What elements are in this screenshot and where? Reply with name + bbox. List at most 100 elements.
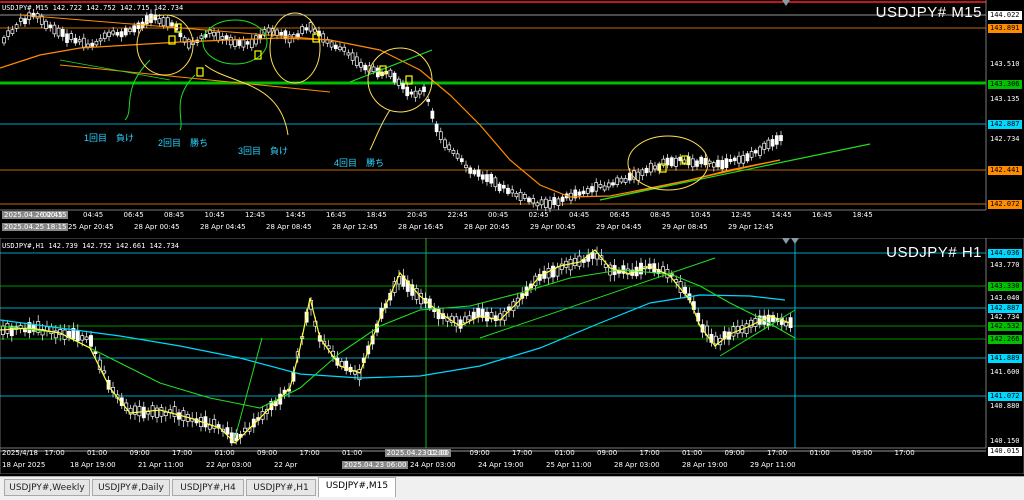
- candle-body: [731, 326, 736, 337]
- chart-tab[interactable]: USDJPY#,Daily: [92, 479, 170, 496]
- chart-tab[interactable]: USDJPY#,H4: [172, 479, 244, 496]
- time-label: 00:45: [488, 211, 509, 219]
- candle-body: [716, 159, 720, 168]
- time-label: 14:45: [285, 211, 306, 219]
- chart-pane-h1[interactable]: USDJPY#,H1 142.739 142.752 142.661 142.7…: [0, 238, 1024, 474]
- candle-body: [623, 178, 628, 183]
- candle-body: [506, 187, 510, 194]
- candle-body: [577, 191, 582, 196]
- time-label: 18 Apr 19:00: [70, 461, 116, 469]
- candle-body: [594, 182, 599, 192]
- candle-body: [434, 123, 439, 133]
- candle-body: [329, 41, 334, 48]
- h1-chart-title: USDJPY# H1: [886, 244, 982, 261]
- time-label: 09:00: [469, 449, 490, 457]
- candle-body: [779, 135, 783, 142]
- time-label: 28 Apr 12:45: [332, 223, 378, 231]
- price-label: 140.015: [988, 447, 1022, 456]
- candle-body: [598, 184, 603, 188]
- candle-body: [590, 186, 594, 193]
- price-label: 143.135: [990, 95, 1020, 103]
- candle-body: [422, 86, 426, 93]
- candle-body: [115, 32, 120, 36]
- trendline: [599, 143, 871, 201]
- h1-date-axis[interactable]: 18 Apr 2025 18 Apr 19:00 21 Apr 11:00 22 Ap…: [0, 460, 986, 474]
- candle-body: [5, 323, 10, 334]
- candle-body: [447, 144, 452, 150]
- chart-tab[interactable]: USDJPY#,H1: [246, 479, 316, 496]
- price-label: 142.887: [988, 304, 1022, 313]
- candle-body: [224, 35, 229, 41]
- m15-price-axis[interactable]: 144.022 143.891 143.510 143.306 143.135 142.8…: [986, 0, 1024, 216]
- h1-price-axis[interactable]: 144.036 143.770 143.330 143.040 142.887 142.7…: [986, 238, 1024, 456]
- time-label: 22:45: [447, 211, 468, 219]
- candle-body: [107, 31, 111, 38]
- candle-body: [128, 28, 132, 32]
- candle-body: [615, 177, 620, 186]
- m15-chart-canvas[interactable]: [0, 0, 1024, 234]
- candle-body: [321, 33, 326, 43]
- candle-body: [65, 33, 69, 43]
- candle-body: [744, 323, 749, 334]
- price-label: 142.441: [988, 166, 1022, 175]
- time-label: 01:00: [87, 449, 108, 457]
- candle-body: [392, 72, 397, 83]
- candle-body: [89, 335, 93, 347]
- candle-body: [56, 27, 61, 37]
- candle-body: [342, 46, 347, 52]
- chart-tab[interactable]: USDJPY#,M15: [318, 477, 396, 497]
- time-label: 16:45: [812, 211, 833, 219]
- time-label: 16:45: [326, 211, 347, 219]
- candle-body: [14, 24, 19, 29]
- candle-body: [102, 370, 107, 374]
- m15-date-axis[interactable]: 2025.04.25 18:15 25 Apr 20:45 28 Apr 00:45…: [0, 222, 986, 234]
- candle-body: [674, 157, 678, 167]
- candle-body: [241, 39, 246, 48]
- price-label: 143.306: [988, 80, 1022, 89]
- time-label: 22 Apr 03:00: [206, 461, 252, 469]
- h1-chart-canvas[interactable]: [0, 238, 1024, 474]
- candle-body: [98, 38, 103, 42]
- candle-body: [602, 185, 607, 191]
- candle-body: [388, 69, 393, 78]
- candle-body: [573, 258, 577, 266]
- candle-body: [93, 351, 98, 355]
- price-label: 142.072: [988, 200, 1022, 209]
- candle-body: [585, 188, 590, 194]
- candle-body: [455, 153, 460, 159]
- price-label: 143.770: [990, 261, 1020, 269]
- candle-body: [611, 182, 615, 186]
- candle-body: [682, 159, 687, 164]
- annotation-trade-2: 2回目 勝ち: [158, 138, 209, 148]
- candle-body: [102, 32, 107, 39]
- candle-body: [766, 139, 771, 150]
- annotation-trade-4: 4回目 勝ち: [334, 158, 385, 168]
- candle-body: [216, 31, 221, 42]
- candle-body: [546, 268, 551, 279]
- candle-body: [720, 160, 725, 170]
- candle-body: [535, 202, 540, 207]
- chart-tab[interactable]: USDJPY#,Weekly: [4, 479, 90, 496]
- time-label: 28 Apr 04:45: [200, 223, 246, 231]
- candle-body: [724, 158, 729, 168]
- channel-line: [59, 64, 331, 93]
- time-label: 04:45: [83, 211, 104, 219]
- chart-pane-m15[interactable]: USDJPY#,M15 142.722 142.752 142.715 142.…: [0, 0, 1024, 234]
- candle-body: [476, 169, 481, 177]
- m15-ohlc-header: USDJPY#,M15 142.722 142.752 142.715 142.…: [2, 4, 184, 12]
- candle-body: [300, 26, 305, 34]
- annotation-trade-3: 3回目 負け: [238, 146, 289, 156]
- candle-body: [10, 29, 15, 35]
- candle-body: [371, 66, 376, 72]
- candle-body: [468, 167, 473, 174]
- price-label: 143.510: [990, 60, 1020, 68]
- time-label: 01:00: [682, 449, 703, 457]
- time-label: 17:00: [639, 449, 660, 457]
- candle-body: [458, 319, 463, 329]
- candle-body: [551, 265, 555, 278]
- time-label: 12:45: [731, 211, 752, 219]
- candle-body: [703, 157, 708, 166]
- price-label: 142.734: [990, 313, 1020, 321]
- candle-body: [90, 42, 95, 47]
- candle-body: [485, 311, 489, 322]
